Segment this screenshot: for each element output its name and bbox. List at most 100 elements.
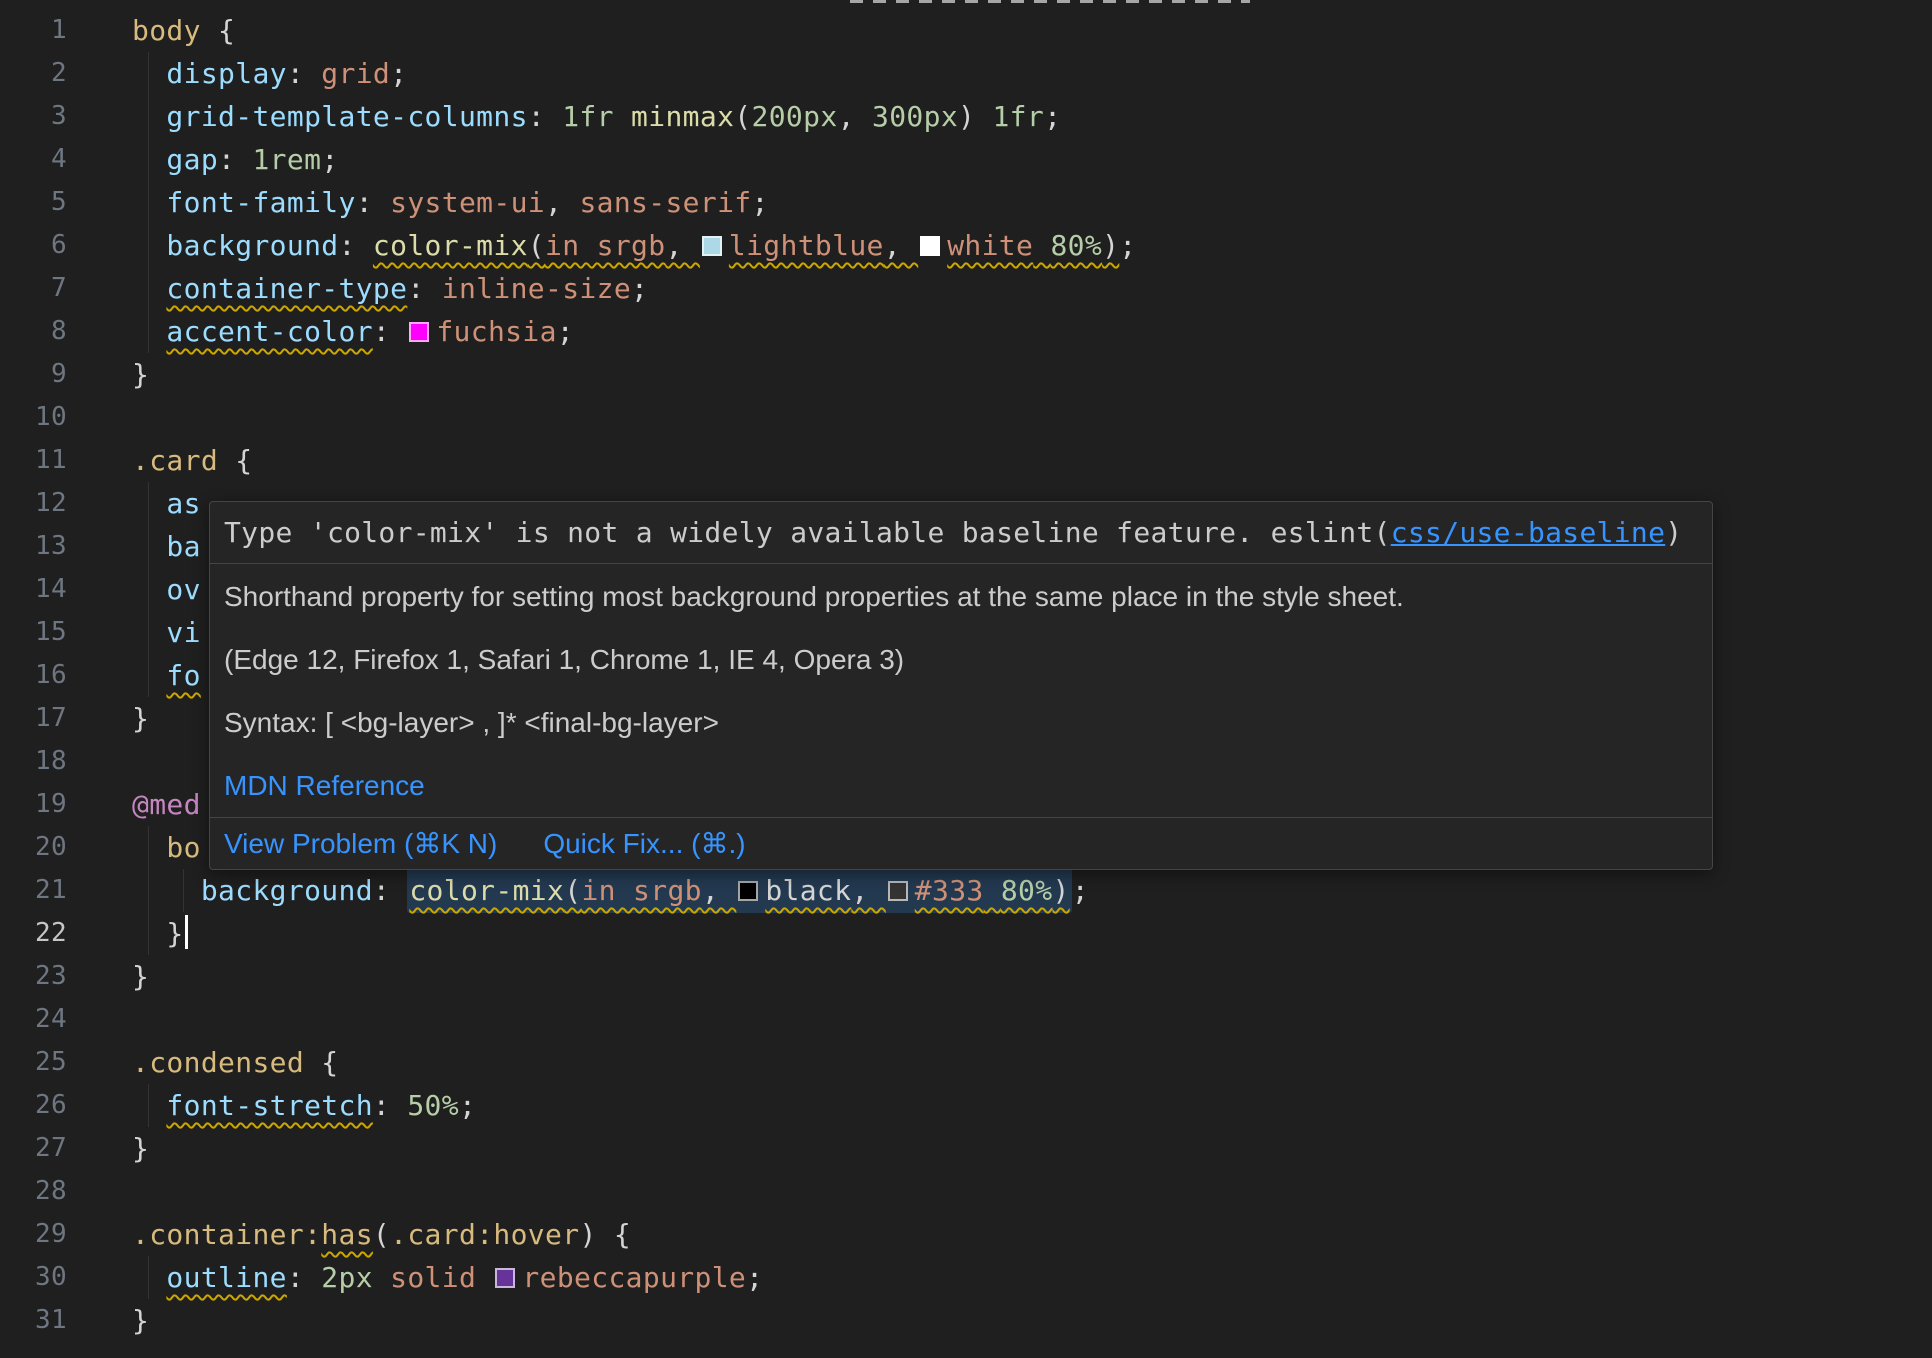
code-text[interactable]: grid-template-columns: 1fr minmax(200px,… [100, 95, 1061, 138]
code-text[interactable]: as [100, 482, 201, 525]
code-text[interactable]: background: color-mix(in srgb, lightblue… [100, 224, 1137, 267]
line-number[interactable]: 9 [0, 353, 100, 396]
code-line[interactable]: 4 gap: 1rem; [0, 138, 1932, 181]
code-text[interactable] [100, 1170, 132, 1213]
code-line[interactable]: 29.container:has(.card:hover) { [0, 1213, 1932, 1256]
code-line[interactable]: 7 container-type: inline-size; [0, 267, 1932, 310]
color-swatch[interactable] [409, 322, 429, 342]
code-text[interactable]: } [100, 955, 149, 998]
token: : [287, 1261, 321, 1294]
code-line[interactable]: 6 background: color-mix(in srgb, lightbl… [0, 224, 1932, 267]
code-text[interactable]: font-stretch: 50%; [100, 1084, 476, 1127]
code-line[interactable]: 23} [0, 955, 1932, 998]
code-line[interactable]: 10 [0, 396, 1932, 439]
code-line[interactable]: 21 background: color-mix(in srgb, black,… [0, 869, 1932, 912]
code-line[interactable]: 22 } [0, 912, 1932, 955]
token: 1rem [252, 143, 321, 176]
line-number[interactable]: 17 [0, 697, 100, 740]
code-text[interactable]: .condensed { [100, 1041, 339, 1084]
line-number[interactable]: 3 [0, 95, 100, 138]
code-text[interactable]: @med [100, 783, 201, 826]
code-text[interactable]: container-type: inline-size; [100, 267, 648, 310]
line-number[interactable]: 16 [0, 654, 100, 697]
code-text[interactable] [100, 740, 132, 783]
line-number[interactable]: 22 [0, 912, 100, 955]
code-text[interactable]: ov [100, 568, 201, 611]
code-line[interactable]: 5 font-family: system-ui, sans-serif; [0, 181, 1932, 224]
line-number[interactable]: 12 [0, 482, 100, 525]
line-number[interactable]: 13 [0, 525, 100, 568]
code-text[interactable]: body { [100, 9, 235, 52]
code-text[interactable]: } [100, 353, 149, 396]
line-number[interactable]: 2 [0, 52, 100, 95]
code-text[interactable]: .container:has(.card:hover) { [100, 1213, 631, 1256]
line-number[interactable]: 28 [0, 1170, 100, 1213]
line-number[interactable]: 8 [0, 310, 100, 353]
line-number[interactable]: 18 [0, 740, 100, 783]
color-swatch[interactable] [888, 881, 908, 901]
code-text[interactable]: ba [100, 525, 201, 568]
line-number[interactable]: 6 [0, 224, 100, 267]
code-line[interactable]: 30 outline: 2px solid rebeccapurple; [0, 1256, 1932, 1299]
line-number[interactable]: 20 [0, 826, 100, 869]
eslint-rule-link[interactable]: css/use-baseline [1391, 516, 1666, 549]
token [132, 229, 166, 262]
hover-tooltip: Type 'color-mix' is not a widely availab… [209, 501, 1713, 870]
code-text[interactable]: fo [100, 654, 201, 697]
mdn-reference-link[interactable]: MDN Reference [224, 770, 425, 801]
color-swatch[interactable] [495, 1268, 515, 1288]
code-line[interactable]: 25.condensed { [0, 1041, 1932, 1084]
code-text[interactable]: gap: 1rem; [100, 138, 339, 181]
line-number[interactable]: 30 [0, 1256, 100, 1299]
line-number[interactable]: 31 [0, 1299, 100, 1342]
code-text[interactable]: } [100, 912, 188, 955]
line-number[interactable]: 5 [0, 181, 100, 224]
line-number[interactable]: 14 [0, 568, 100, 611]
code-line[interactable]: 3 grid-template-columns: 1fr minmax(200p… [0, 95, 1932, 138]
code-text[interactable]: } [100, 1299, 149, 1342]
line-number[interactable]: 27 [0, 1127, 100, 1170]
line-number[interactable]: 19 [0, 783, 100, 826]
code-text[interactable]: font-family: system-ui, sans-serif; [100, 181, 769, 224]
line-number[interactable]: 25 [0, 1041, 100, 1084]
line-number[interactable]: 10 [0, 396, 100, 439]
code-line[interactable]: 31} [0, 1299, 1932, 1342]
line-number[interactable]: 7 [0, 267, 100, 310]
code-line[interactable]: 1body { [0, 9, 1932, 52]
code-line[interactable]: 27} [0, 1127, 1932, 1170]
color-swatch[interactable] [738, 881, 758, 901]
code-text[interactable]: outline: 2px solid rebeccapurple; [100, 1256, 763, 1299]
code-text[interactable]: accent-color: fuchsia; [100, 310, 574, 353]
code-text[interactable]: display: grid; [100, 52, 407, 95]
line-number[interactable]: 24 [0, 998, 100, 1041]
code-text[interactable] [100, 396, 132, 439]
code-text[interactable]: .card { [100, 439, 252, 482]
code-text[interactable]: background: color-mix(in srgb, black, #3… [100, 869, 1089, 912]
code-line[interactable]: 8 accent-color: fuchsia; [0, 310, 1932, 353]
code-line[interactable]: 9} [0, 353, 1932, 396]
line-number[interactable]: 11 [0, 439, 100, 482]
code-text[interactable]: vi [100, 611, 201, 654]
line-number[interactable]: 15 [0, 611, 100, 654]
diagnostic-message: Type 'color-mix' is not a widely availab… [224, 516, 1271, 549]
line-number[interactable]: 23 [0, 955, 100, 998]
line-number[interactable]: 1 [0, 9, 100, 52]
code-text[interactable] [100, 998, 132, 1041]
code-line[interactable]: 2 display: grid; [0, 52, 1932, 95]
line-number[interactable]: 29 [0, 1213, 100, 1256]
code-line[interactable]: 28 [0, 1170, 1932, 1213]
code-text[interactable]: } [100, 697, 149, 740]
code-line[interactable]: 11.card { [0, 439, 1932, 482]
quick-fix-action[interactable]: Quick Fix... (⌘.) [543, 827, 745, 860]
token: , [838, 100, 872, 133]
line-number[interactable]: 26 [0, 1084, 100, 1127]
code-line[interactable]: 24 [0, 998, 1932, 1041]
color-swatch[interactable] [702, 236, 722, 256]
code-text[interactable]: } [100, 1127, 149, 1170]
line-number[interactable]: 21 [0, 869, 100, 912]
view-problem-action[interactable]: View Problem (⌘K N) [224, 827, 497, 860]
code-text[interactable]: bo [100, 826, 201, 869]
color-swatch[interactable] [920, 236, 940, 256]
line-number[interactable]: 4 [0, 138, 100, 181]
code-line[interactable]: 26 font-stretch: 50%; [0, 1084, 1932, 1127]
